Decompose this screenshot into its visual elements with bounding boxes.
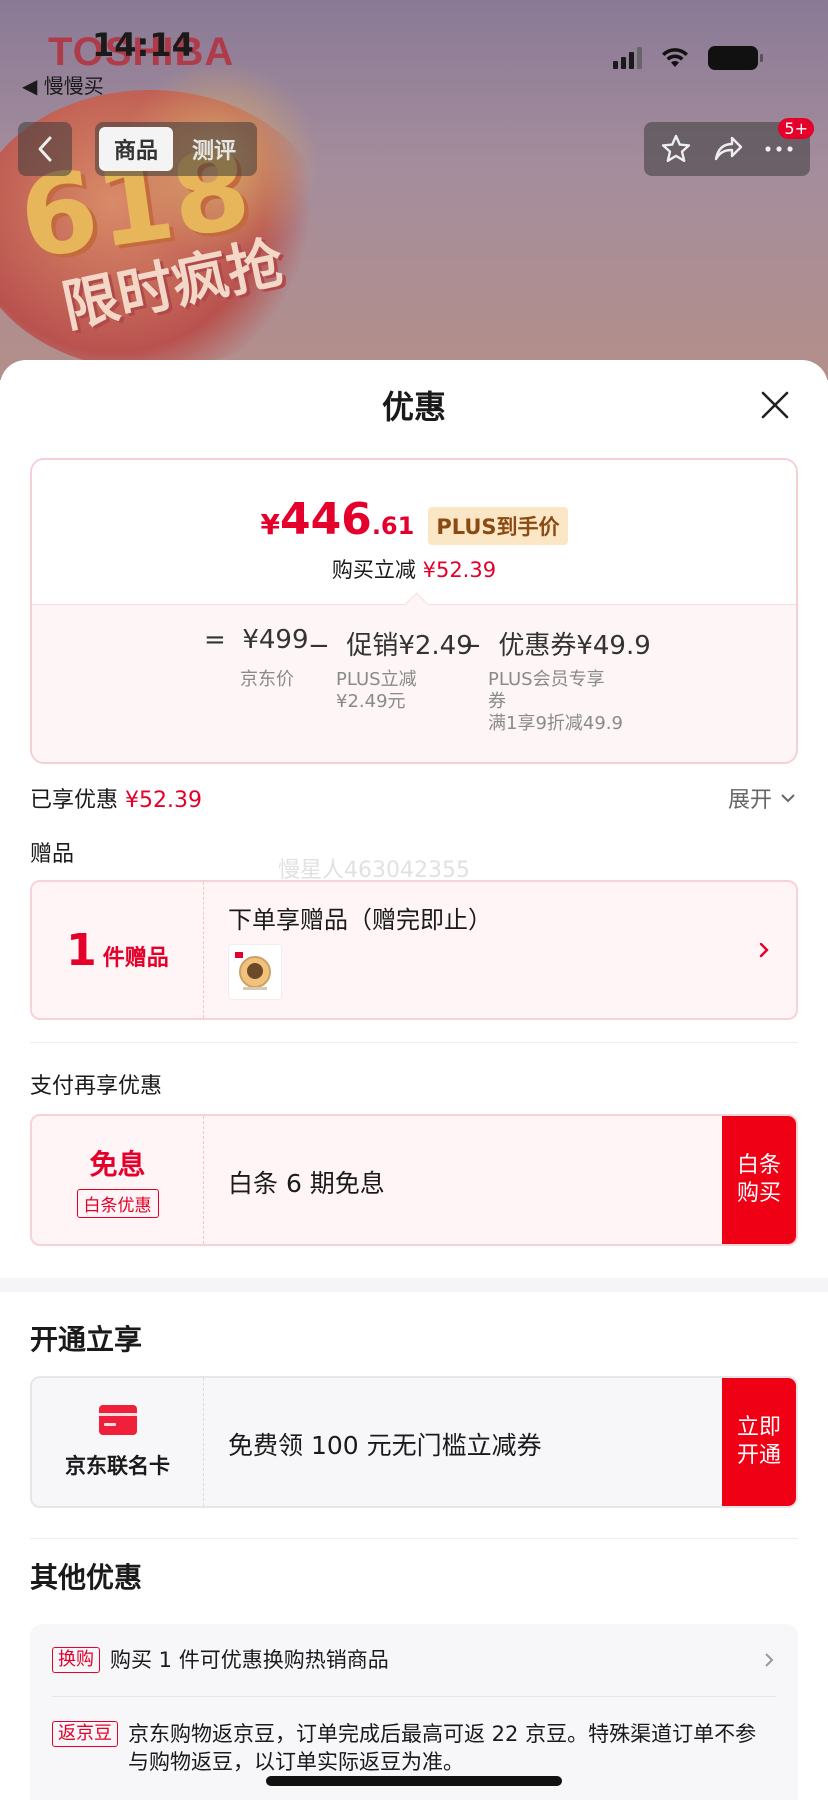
jingdou-tag: 返京豆 — [52, 1721, 118, 1747]
formula-promo: − 促销¥2.49 — [308, 631, 473, 661]
notification-badge: 5+ — [778, 118, 814, 139]
chevron-down-icon — [781, 794, 795, 803]
other-offers-list: 换购 购买 1 件可优惠换购热销商品 返京豆 京东购物返京豆，订单完成后最高可返… — [30, 1624, 798, 1800]
cellular-signal-icon — [613, 47, 642, 69]
status-icons — [613, 46, 763, 70]
open-section-title: 开通立享 — [30, 1323, 143, 1356]
section-divider — [0, 1278, 828, 1292]
close-icon[interactable] — [758, 388, 792, 422]
price-formula: = ¥499 京东价 − 促销¥2.49 PLUS立减 ¥2.49元 − 优惠券… — [32, 604, 796, 762]
home-indicator[interactable] — [266, 1776, 562, 1786]
formula-base-desc: 京东价 — [240, 669, 294, 690]
share-icon[interactable] — [712, 133, 744, 165]
list-item-trade-up[interactable]: 换购 购买 1 件可优惠换购热销商品 — [52, 1646, 776, 1674]
expand-button[interactable]: 展开 — [728, 782, 796, 814]
trade-up-tag: 换购 — [52, 1647, 100, 1673]
gift-title: 下单享赠品（赠完即止） — [228, 906, 492, 934]
divider — [52, 1696, 776, 1697]
back-to-app-link[interactable]: ◀ 慢慢买 — [22, 70, 104, 99]
more-icon[interactable] — [764, 144, 794, 154]
baitiao-text: 白条 6 期免息 — [228, 1169, 385, 1198]
product-nav-bar: 商品 测评 5+ — [0, 118, 828, 176]
chevron-right-icon — [765, 1653, 774, 1667]
battery-icon — [708, 46, 763, 70]
instant-discount: 购买立减 ¥52.39 — [331, 558, 497, 582]
open-now-button[interactable]: 立即 开通 — [722, 1378, 796, 1506]
baitiao-left-block: 免息 白条优惠 — [32, 1116, 204, 1244]
gift-card[interactable]: 1 件赠品 下单享赠品（赠完即止） — [30, 880, 798, 1020]
co-brand-offer-text: 免费领 100 元无门槛立减券 — [228, 1431, 542, 1460]
divider — [30, 1538, 798, 1539]
star-favorite-icon[interactable] — [660, 133, 692, 165]
status-time: 14:14 — [92, 26, 194, 64]
back-button[interactable] — [18, 122, 72, 176]
chevron-right-icon — [759, 942, 769, 958]
co-brand-card-label: 京东联名卡 — [65, 1454, 170, 1478]
trade-up-text: 购买 1 件可优惠换购热销商品 — [110, 1648, 389, 1672]
plus-price-tag: PLUS到手价 — [428, 507, 568, 545]
final-price: ¥446.61 — [260, 494, 415, 545]
enjoyed-discount: 已享优惠 ¥52.39 — [30, 788, 202, 813]
credit-card-icon — [98, 1405, 137, 1435]
sheet-title: 优惠 — [381, 388, 446, 426]
gift-product-image — [235, 952, 271, 990]
gift-count-block: 1 件赠品 — [32, 882, 204, 1018]
formula-coupon-desc: PLUS会员专享 券 满1享9折减49.9 — [488, 669, 623, 734]
list-item-jingdou: 返京豆 京东购物返京豆，订单完成后最高可返 22 京豆。特殊渠道订单不参与购物返… — [52, 1720, 776, 1776]
gift-section-label: 赠品 — [30, 842, 75, 867]
interest-free-title: 免息 — [89, 1147, 146, 1181]
baitiao-card: 免息 白条优惠 白条 6 期免息 白条 购买 — [30, 1114, 798, 1246]
formula-base: = ¥499 — [204, 625, 309, 655]
status-bar: 14:14 ◀ 慢慢买 — [0, 0, 828, 100]
product-tabs: 商品 测评 — [95, 122, 257, 176]
tab-review[interactable]: 测评 — [177, 127, 251, 171]
co-brand-card-block: 京东联名卡 — [32, 1378, 204, 1506]
formula-coupon: − 优惠券¥49.9 — [460, 631, 651, 661]
other-section-title: 其他优惠 — [30, 1561, 143, 1594]
gift-count: 1 — [66, 924, 97, 976]
formula-promo-desc: PLUS立减 ¥2.49元 — [336, 669, 417, 712]
final-price-row: ¥446.61 PLUS到手价 — [32, 494, 796, 545]
gift-count-label: 件赠品 — [102, 945, 169, 971]
baitiao-tag: 白条优惠 — [76, 1188, 159, 1218]
tab-product[interactable]: 商品 — [99, 127, 173, 171]
gift-thumbnail — [228, 944, 282, 1000]
divider — [30, 1042, 798, 1043]
price-card: ¥446.61 PLUS到手价 购买立减 ¥52.39 = ¥499 京东价 −… — [30, 458, 798, 764]
discount-sheet: 优惠 ¥446.61 PLUS到手价 购买立减 ¥52.39 = ¥499 京东… — [0, 360, 828, 1800]
jingdou-text: 京东购物返京豆，订单完成后最高可返 22 京豆。特殊渠道订单不参与购物返豆，以订… — [128, 1722, 757, 1774]
co-brand-card-offer: 京东联名卡 免费领 100 元无门槛立减券 立即 开通 — [30, 1376, 798, 1508]
price-summary: ¥446.61 PLUS到手价 购买立减 ¥52.39 — [32, 460, 796, 604]
chevron-left-icon — [38, 136, 52, 162]
wifi-icon — [662, 48, 688, 67]
pay-section-label: 支付再享优惠 — [30, 1074, 163, 1099]
baitiao-buy-button[interactable]: 白条 购买 — [722, 1116, 796, 1244]
